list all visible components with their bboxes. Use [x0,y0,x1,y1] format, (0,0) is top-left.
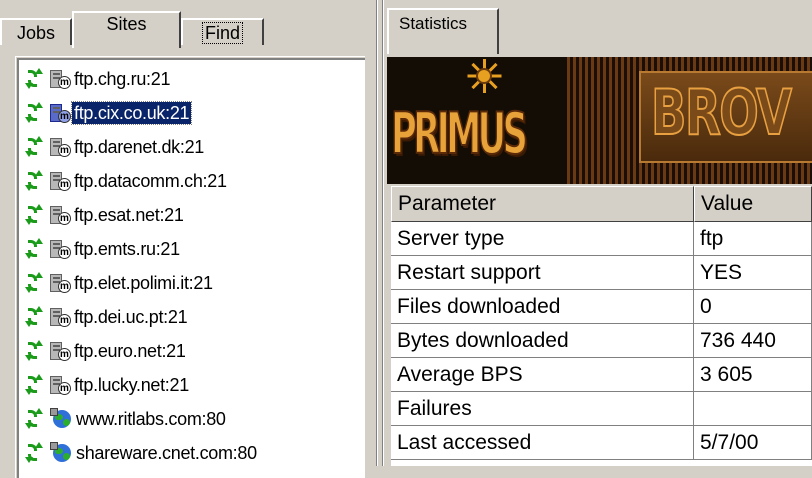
site-item[interactable]: m ftp.elet.polimi.it:21 [19,266,359,300]
site-label: ftp.emts.ru:21 [74,239,180,259]
server-icon: m [50,272,71,294]
site-item[interactable]: shareware.cnet.com:80 [19,436,359,470]
site-label: shareware.cnet.com:80 [76,443,257,463]
tab-sites-label: Sites [106,14,147,34]
site-item[interactable]: www.ritlabs.com:80 [19,402,359,436]
tab-jobs[interactable]: Jobs [0,18,72,45]
sync-arrows-icon [25,136,43,157]
primus-banner: PRIMUS BROV [387,57,812,184]
sync-arrows-icon [25,306,43,327]
sync-arrows-icon [25,374,43,395]
site-item[interactable]: m ftp.lucky.net:21 [19,368,359,402]
tab-find-label: Find [201,22,243,44]
server-icon: m [50,306,71,328]
tab-statistics[interactable]: Statistics [387,8,499,54]
site-label: ftp.elet.polimi.it:21 [74,273,213,293]
sync-arrows-icon [25,102,43,123]
table-row[interactable]: Failures [391,392,812,426]
left-pane: Jobs Find Sites m ftp.chg.ru:21 m ftp.cix.c… [0,0,373,478]
banner-logo-text: PRIMUS [390,100,528,168]
sync-arrows-icon [25,238,43,259]
left-tabstrip: Jobs Find Sites [0,0,373,48]
site-item[interactable]: m ftp.datacomm.ch:21 [19,164,359,198]
parameter-cell: Average BPS [391,358,694,392]
site-label: ftp.chg.ru:21 [74,69,171,89]
statistics-grid: Parameter Value Server type ftp Restart su… [391,186,812,466]
server-icon: m [50,136,71,158]
site-label: ftp.datacomm.ch:21 [74,171,227,191]
sun-emblem-icon [467,59,502,93]
tab-sites[interactable]: Sites [72,11,181,48]
table-row[interactable]: Files downloaded 0 [391,290,812,324]
sites-tree[interactable]: m ftp.chg.ru:21 m ftp.cix.co.uk:21 m ftp.dare… [15,56,365,478]
server-icon: m [50,102,71,124]
pane-splitter[interactable] [373,0,387,466]
site-label: ftp.dei.uc.pt:21 [74,307,188,327]
value-cell: 0 [694,290,812,324]
server-icon: m [50,374,71,396]
site-item[interactable]: m ftp.esat.net:21 [19,198,359,232]
right-pane: Statistics PRIMUS BROV Parameter Value S… [387,0,812,466]
parameter-cell: Files downloaded [391,290,694,324]
site-label: ftp.esat.net:21 [74,205,184,225]
parameter-cell: Failures [391,392,694,426]
site-label: ftp.cix.co.uk:21 [70,101,193,125]
globe-icon [50,408,72,430]
server-icon: m [50,340,71,362]
value-cell: 5/7/00 [694,426,812,460]
sync-arrows-icon [25,204,43,225]
site-label: ftp.euro.net:21 [74,341,186,361]
site-label: www.ritlabs.com:80 [76,409,226,429]
sync-arrows-icon [25,170,43,191]
parameter-cell: Server type [391,222,694,256]
server-icon: m [50,238,71,260]
parameter-cell: Last accessed [391,426,694,460]
site-item[interactable]: m ftp.cix.co.uk:21 [19,96,359,130]
sync-arrows-icon [25,442,43,463]
table-row[interactable]: Average BPS 3 605 [391,358,812,392]
banner-logo-area: PRIMUS [387,57,567,184]
site-item[interactable]: m ftp.darenet.dk:21 [19,130,359,164]
sync-arrows-icon [25,272,43,293]
server-icon: m [50,170,71,192]
tab-find[interactable]: Find [181,18,264,45]
table-row[interactable]: Server type ftp [391,222,812,256]
site-item[interactable]: m ftp.euro.net:21 [19,334,359,368]
parameter-cell: Bytes downloaded [391,324,694,358]
banner-title-text: BROV [650,75,793,150]
server-icon: m [50,68,71,90]
column-header-value[interactable]: Value [694,186,812,222]
value-cell: 3 605 [694,358,812,392]
site-item[interactable]: m ftp.dei.uc.pt:21 [19,300,359,334]
server-icon: m [50,204,71,226]
tab-statistics-label: Statistics [399,14,468,33]
table-row[interactable]: Bytes downloaded 736 440 [391,324,812,358]
value-cell: ftp [694,222,812,256]
table-row[interactable]: Last accessed 5/7/00 [391,426,812,460]
grid-header: Parameter Value [391,186,812,222]
value-cell: YES [694,256,812,290]
site-label: ftp.lucky.net:21 [74,375,189,395]
globe-icon [50,442,72,464]
table-row[interactable]: Restart support YES [391,256,812,290]
column-header-parameter[interactable]: Parameter [391,186,694,222]
sync-arrows-icon [25,408,43,429]
value-cell: 736 440 [694,324,812,358]
sync-arrows-icon [25,340,43,361]
value-cell [694,392,812,426]
sync-arrows-icon [25,68,43,89]
parameter-cell: Restart support [391,256,694,290]
banner-title-panel: BROV [639,71,812,163]
site-item[interactable]: m ftp.emts.ru:21 [19,232,359,266]
tab-jobs-label: Jobs [16,23,56,43]
site-item[interactable]: m ftp.chg.ru:21 [19,62,359,96]
site-label: ftp.darenet.dk:21 [74,137,204,157]
